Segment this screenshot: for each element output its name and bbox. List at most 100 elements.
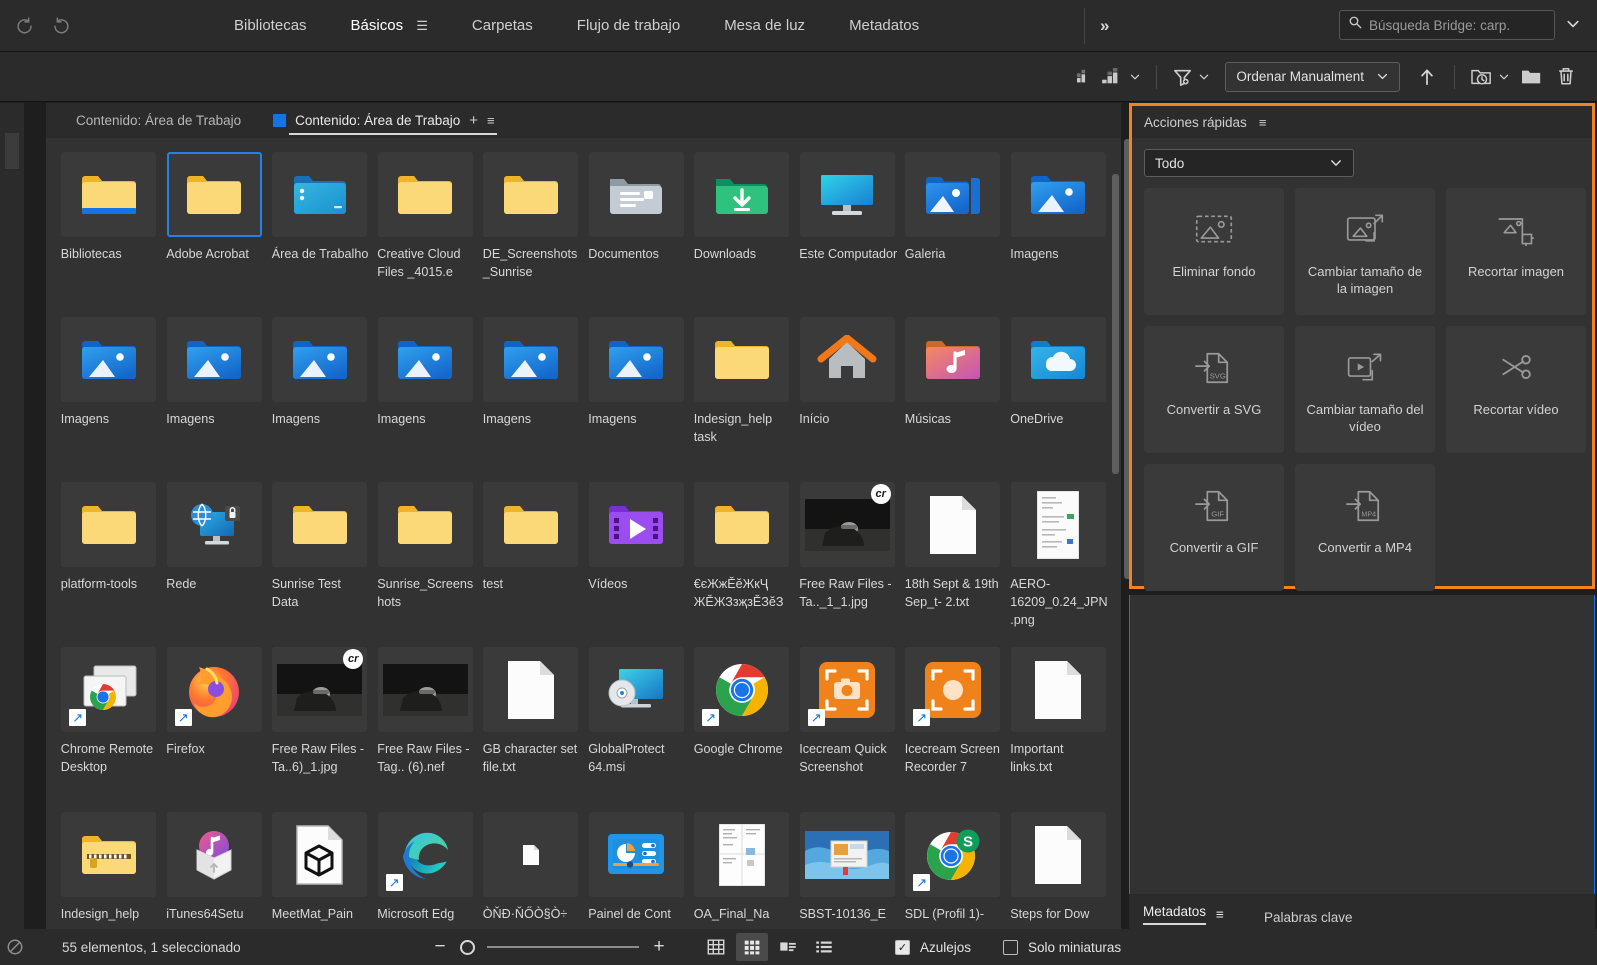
blank-document-icon[interactable] — [905, 482, 1001, 567]
details-view-icon[interactable] — [772, 933, 804, 961]
file-item[interactable]: Início — [795, 315, 901, 480]
search-input[interactable]: Búsqueda Bridge: carp. — [1339, 10, 1555, 40]
overflow-chevrons-button[interactable]: » — [1100, 0, 1109, 52]
folder-pictures-icon[interactable] — [272, 317, 368, 402]
file-item[interactable]: OA_Final_Na — [689, 810, 795, 940]
folder-desktop-blue-icon[interactable] — [272, 152, 368, 237]
zoom-out-button[interactable]: − — [432, 936, 448, 958]
itunes-setup-icon[interactable] — [166, 812, 262, 897]
recent-folder-icon[interactable] — [1465, 60, 1515, 94]
photo-thumb-dark-icon[interactable]: cr — [272, 647, 368, 732]
file-item[interactable]: Vídeos — [584, 480, 690, 645]
file-item[interactable]: platform-tools — [56, 480, 162, 645]
firefox-icon[interactable]: ↗ — [166, 647, 262, 732]
chrome-s-shortcut-icon[interactable]: S ↗ — [905, 812, 1001, 897]
file-item[interactable]: ↗ Google Chrome — [689, 645, 795, 810]
new-folder-icon[interactable] — [1515, 60, 1549, 94]
folder-pictures-icon[interactable] — [166, 317, 262, 402]
menu-item-flujo-de-trabajo[interactable]: Flujo de trabajo — [555, 0, 702, 52]
sort-ascending-arrow-icon[interactable] — [1410, 60, 1444, 94]
tab-contenido-active[interactable]: Contenido: Área de Trabajo + ≡ — [259, 103, 502, 138]
hamburger-icon[interactable]: ≡ — [1259, 115, 1267, 130]
hamburger-icon[interactable]: ≡ — [487, 113, 495, 128]
undo-arrow-icon[interactable] — [14, 15, 36, 37]
chevron-down-icon[interactable] — [1565, 16, 1581, 35]
menu-item-carpetas[interactable]: Carpetas — [450, 0, 555, 52]
file-item[interactable]: Músicas — [900, 315, 1006, 480]
home-house-icon[interactable] — [799, 317, 895, 402]
file-item[interactable]: Painel de Cont — [584, 810, 690, 940]
file-item[interactable]: SBST-10136_E — [795, 810, 901, 940]
redo-arrow-icon[interactable] — [50, 15, 72, 37]
png-doc-preview-icon[interactable] — [1010, 482, 1106, 567]
folder-libraries-icon[interactable] — [61, 152, 157, 237]
file-item[interactable]: Free Raw Files - Tag.. (6).nef — [373, 645, 479, 810]
file-item[interactable]: Steps for Dow — [1006, 810, 1112, 940]
file-item[interactable]: cr Free Raw Files - Ta..6)_1.jpg — [267, 645, 373, 810]
file-item[interactable]: DE_Screenshots_Sunrise — [478, 150, 584, 315]
msi-installer-icon[interactable] — [588, 647, 684, 732]
file-item[interactable]: Sunrise_Screenshots — [373, 480, 479, 645]
folder-yellow-icon[interactable] — [694, 317, 790, 402]
hamburger-icon[interactable]: ☰ — [416, 18, 428, 33]
icecream-screenshot-icon[interactable]: ↗ — [799, 647, 895, 732]
page-layout-doc-icon[interactable] — [694, 812, 790, 897]
tiny-doc-icon[interactable] — [483, 812, 579, 897]
folder-yellow-icon[interactable] — [166, 152, 262, 237]
file-item[interactable]: OneDrive — [1006, 315, 1112, 480]
menu-item-bibliotecas[interactable]: Bibliotecas — [212, 0, 329, 52]
list-view-icon[interactable] — [808, 933, 840, 961]
file-item[interactable]: AERO-16209_0.24_JPN.png — [1006, 480, 1112, 645]
file-item[interactable]: Bibliotecas — [56, 150, 162, 315]
photo-thumb-dark-icon[interactable] — [377, 647, 473, 732]
file-item[interactable]: iTunes64Setu — [162, 810, 268, 940]
file-item[interactable]: GlobalProtect 64.msi — [584, 645, 690, 810]
file-item[interactable]: test — [478, 480, 584, 645]
folder-yellow-icon[interactable] — [61, 482, 157, 567]
file-item[interactable]: MeetMat_Pain — [267, 810, 373, 940]
file-item[interactable]: Imagens — [584, 315, 690, 480]
file-item[interactable]: Área de Trabalho — [267, 150, 373, 315]
quick-action-tile[interactable]: GIF Convertir a GIF — [1144, 464, 1284, 591]
icecream-recorder-icon[interactable]: ↗ — [905, 647, 1001, 732]
folder-yellow-icon[interactable] — [483, 152, 579, 237]
file-item[interactable]: GB character set file.txt — [478, 645, 584, 810]
trash-icon[interactable] — [1549, 60, 1583, 94]
quick-action-tile[interactable]: Eliminar fondo — [1144, 188, 1284, 315]
folder-pictures-icon[interactable] — [377, 317, 473, 402]
grid-thumbnails-icon[interactable] — [736, 933, 768, 961]
file-item[interactable]: S ↗ SDL (Profil 1)- — [900, 810, 1006, 940]
quick-action-tile[interactable]: Cambiar tamaño del vídeo — [1295, 326, 1435, 453]
chrome-remote-desktop-icon[interactable]: ↗ — [61, 647, 157, 732]
file-item[interactable]: Imagens — [162, 315, 268, 480]
file-item[interactable]: ↗ Icecream Quick Screenshot — [795, 645, 901, 810]
folder-pictures-icon[interactable] — [61, 317, 157, 402]
file-item[interactable]: Imagens — [56, 315, 162, 480]
network-globe-lock-icon[interactable] — [166, 482, 262, 567]
sort-dropdown[interactable]: Ordenar Manualment — [1225, 61, 1400, 92]
quick-action-tile[interactable]: SVG Convertir a SVG — [1144, 326, 1284, 453]
file-item[interactable]: Este Computador — [795, 150, 901, 315]
file-item[interactable]: ↗ Firefox — [162, 645, 268, 810]
file-item[interactable]: Important links.txt — [1006, 645, 1112, 810]
quick-action-tile[interactable]: Cambiar tamaño de la imagen — [1295, 188, 1435, 315]
file-item[interactable]: 18th Sept & 19th Sep_t- 2.txt — [900, 480, 1006, 645]
folder-downloads-icon[interactable] — [694, 152, 790, 237]
file-item[interactable]: Indesign_help — [56, 810, 162, 940]
blank-document-icon[interactable] — [1010, 812, 1106, 897]
folder-music-icon[interactable] — [905, 317, 1001, 402]
folder-videos-icon[interactable] — [588, 482, 684, 567]
quick-action-tile[interactable]: Recortar imagen — [1446, 188, 1586, 315]
quick-actions-filter-dropdown[interactable]: Todo — [1144, 149, 1354, 177]
file-item[interactable]: ↗ Microsoft Edg — [373, 810, 479, 940]
file-item[interactable]: Rede — [162, 480, 268, 645]
folder-documents-icon[interactable] — [588, 152, 684, 237]
file-item[interactable]: Imagens — [1006, 150, 1112, 315]
file-item[interactable]: Creative Cloud Files _4015.e — [373, 150, 479, 315]
file-item[interactable]: Imagens — [373, 315, 479, 480]
file-item[interactable]: Imagens — [267, 315, 373, 480]
hamburger-icon[interactable]: ≡ — [1216, 907, 1224, 922]
folder-gallery-stack-icon[interactable] — [905, 152, 1001, 237]
folder-pictures-icon[interactable] — [588, 317, 684, 402]
file-item[interactable]: Downloads — [689, 150, 795, 315]
